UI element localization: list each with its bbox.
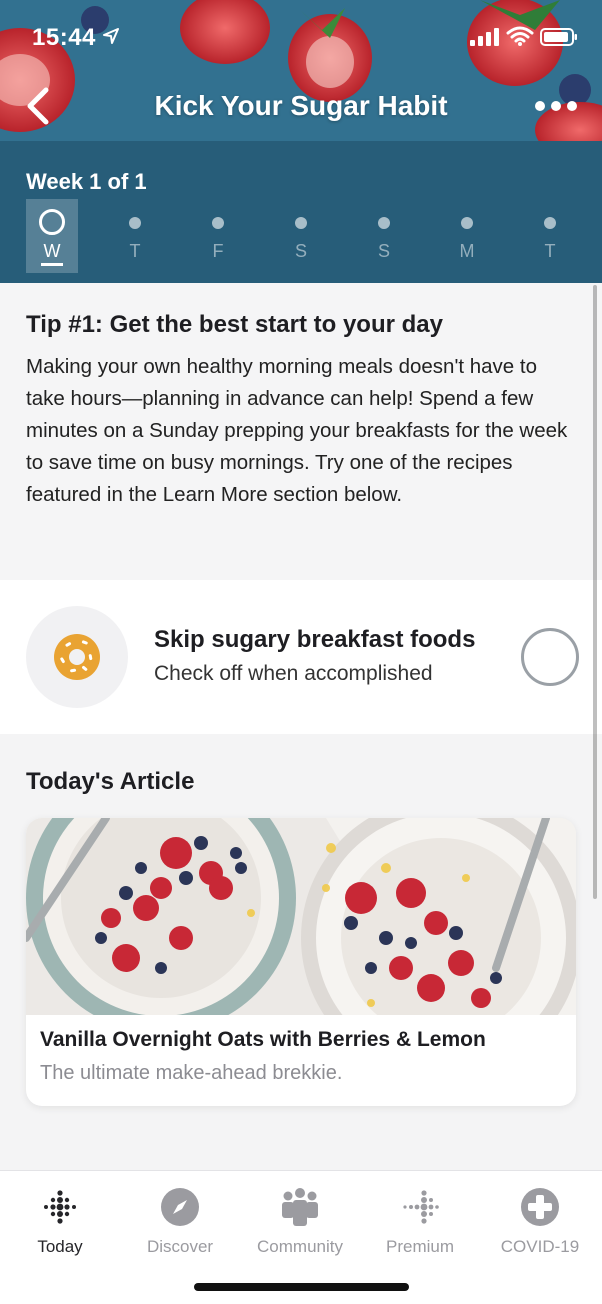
nav-bar: Kick Your Sugar Habit [0, 78, 602, 134]
day-dot-indicator [461, 217, 473, 229]
tab-label: Community [257, 1237, 343, 1256]
page-title: Kick Your Sugar Habit [154, 90, 448, 121]
habit-row: Skip sugary breakfast foods Check off wh… [0, 580, 602, 734]
day-dot-indicator [295, 217, 307, 229]
tab-covid[interactable]: COVID-19 [480, 1179, 600, 1256]
day-dot-indicator [129, 217, 141, 229]
day-letter: T [129, 241, 141, 261]
week-label: Week 1 of 1 [26, 169, 147, 194]
tab-label: Today [37, 1237, 83, 1256]
day-letter: S [377, 241, 390, 261]
day-4[interactable]: S [358, 199, 410, 273]
day-5[interactable]: M [441, 199, 493, 273]
day-ring-indicator [39, 209, 65, 235]
day-3[interactable]: S [275, 199, 327, 273]
status-time: 15:44 [32, 24, 96, 51]
donut-icon [54, 634, 100, 680]
day-dot-indicator [544, 217, 556, 229]
day-letter: M [459, 241, 475, 261]
community-icon [282, 1188, 318, 1226]
premium-dots-icon [403, 1190, 439, 1224]
day-underline [41, 263, 63, 266]
tip-body: Making your own healthy morning meals do… [26, 355, 568, 506]
day-1[interactable]: T [109, 199, 161, 273]
tab-today[interactable]: Today [0, 1179, 120, 1256]
section-title: Today's Article [26, 768, 195, 795]
tab-label: Premium [385, 1237, 454, 1256]
habit-title: Skip sugary breakfast foods [154, 626, 476, 653]
wifi-icon [506, 26, 534, 46]
tab-community[interactable]: Community [240, 1179, 360, 1256]
article-section: Today's Article Vanilla Overnight Oats w… [0, 734, 602, 1170]
more-options-icon[interactable] [532, 96, 580, 116]
article-image [26, 818, 576, 1015]
day-letter: F [212, 241, 224, 261]
article-title: Vanilla Overnight Oats with Berries & Le… [40, 1028, 486, 1051]
tip-card: Tip #1: Get the best start to your day M… [0, 283, 602, 580]
tip-title: Tip #1: Get the best start to your day [26, 311, 443, 338]
habit-icon-container [26, 606, 128, 708]
tab-label: Discover [146, 1237, 214, 1256]
tab-discover[interactable]: Discover [120, 1179, 240, 1256]
day-dot-indicator [212, 217, 224, 229]
habit-check-button[interactable] [521, 628, 579, 686]
compass-icon [161, 1188, 199, 1226]
home-indicator[interactable] [194, 1283, 409, 1291]
habit-subtitle: Check off when accomplished [154, 662, 433, 685]
status-bar: 15:44 [0, 0, 602, 70]
day-letter: T [544, 241, 556, 261]
week-selector: Week 1 of 1 W T F S S M T [0, 141, 602, 283]
article-card[interactable]: Vanilla Overnight Oats with Berries & Le… [26, 818, 576, 1106]
day-letter: S [294, 241, 307, 261]
battery-icon [540, 28, 577, 46]
day-6[interactable]: T [524, 199, 576, 273]
tab-label: COVID-19 [500, 1237, 580, 1256]
day-letter: W [43, 241, 61, 261]
day-2[interactable]: F [192, 199, 244, 273]
day-dot-indicator [378, 217, 390, 229]
header-hero: 15:44 Kick Your Sugar Habit [0, 0, 602, 141]
article-subtitle: The ultimate make-ahead brekkie. [40, 1062, 343, 1084]
cellular-signal-icon [470, 28, 499, 46]
scrollbar[interactable] [593, 285, 597, 899]
day-0[interactable]: W [26, 199, 78, 273]
location-arrow-icon [103, 28, 119, 44]
plus-circle-icon [521, 1188, 559, 1226]
tab-premium[interactable]: Premium [360, 1179, 480, 1256]
today-dots-icon [44, 1190, 76, 1224]
